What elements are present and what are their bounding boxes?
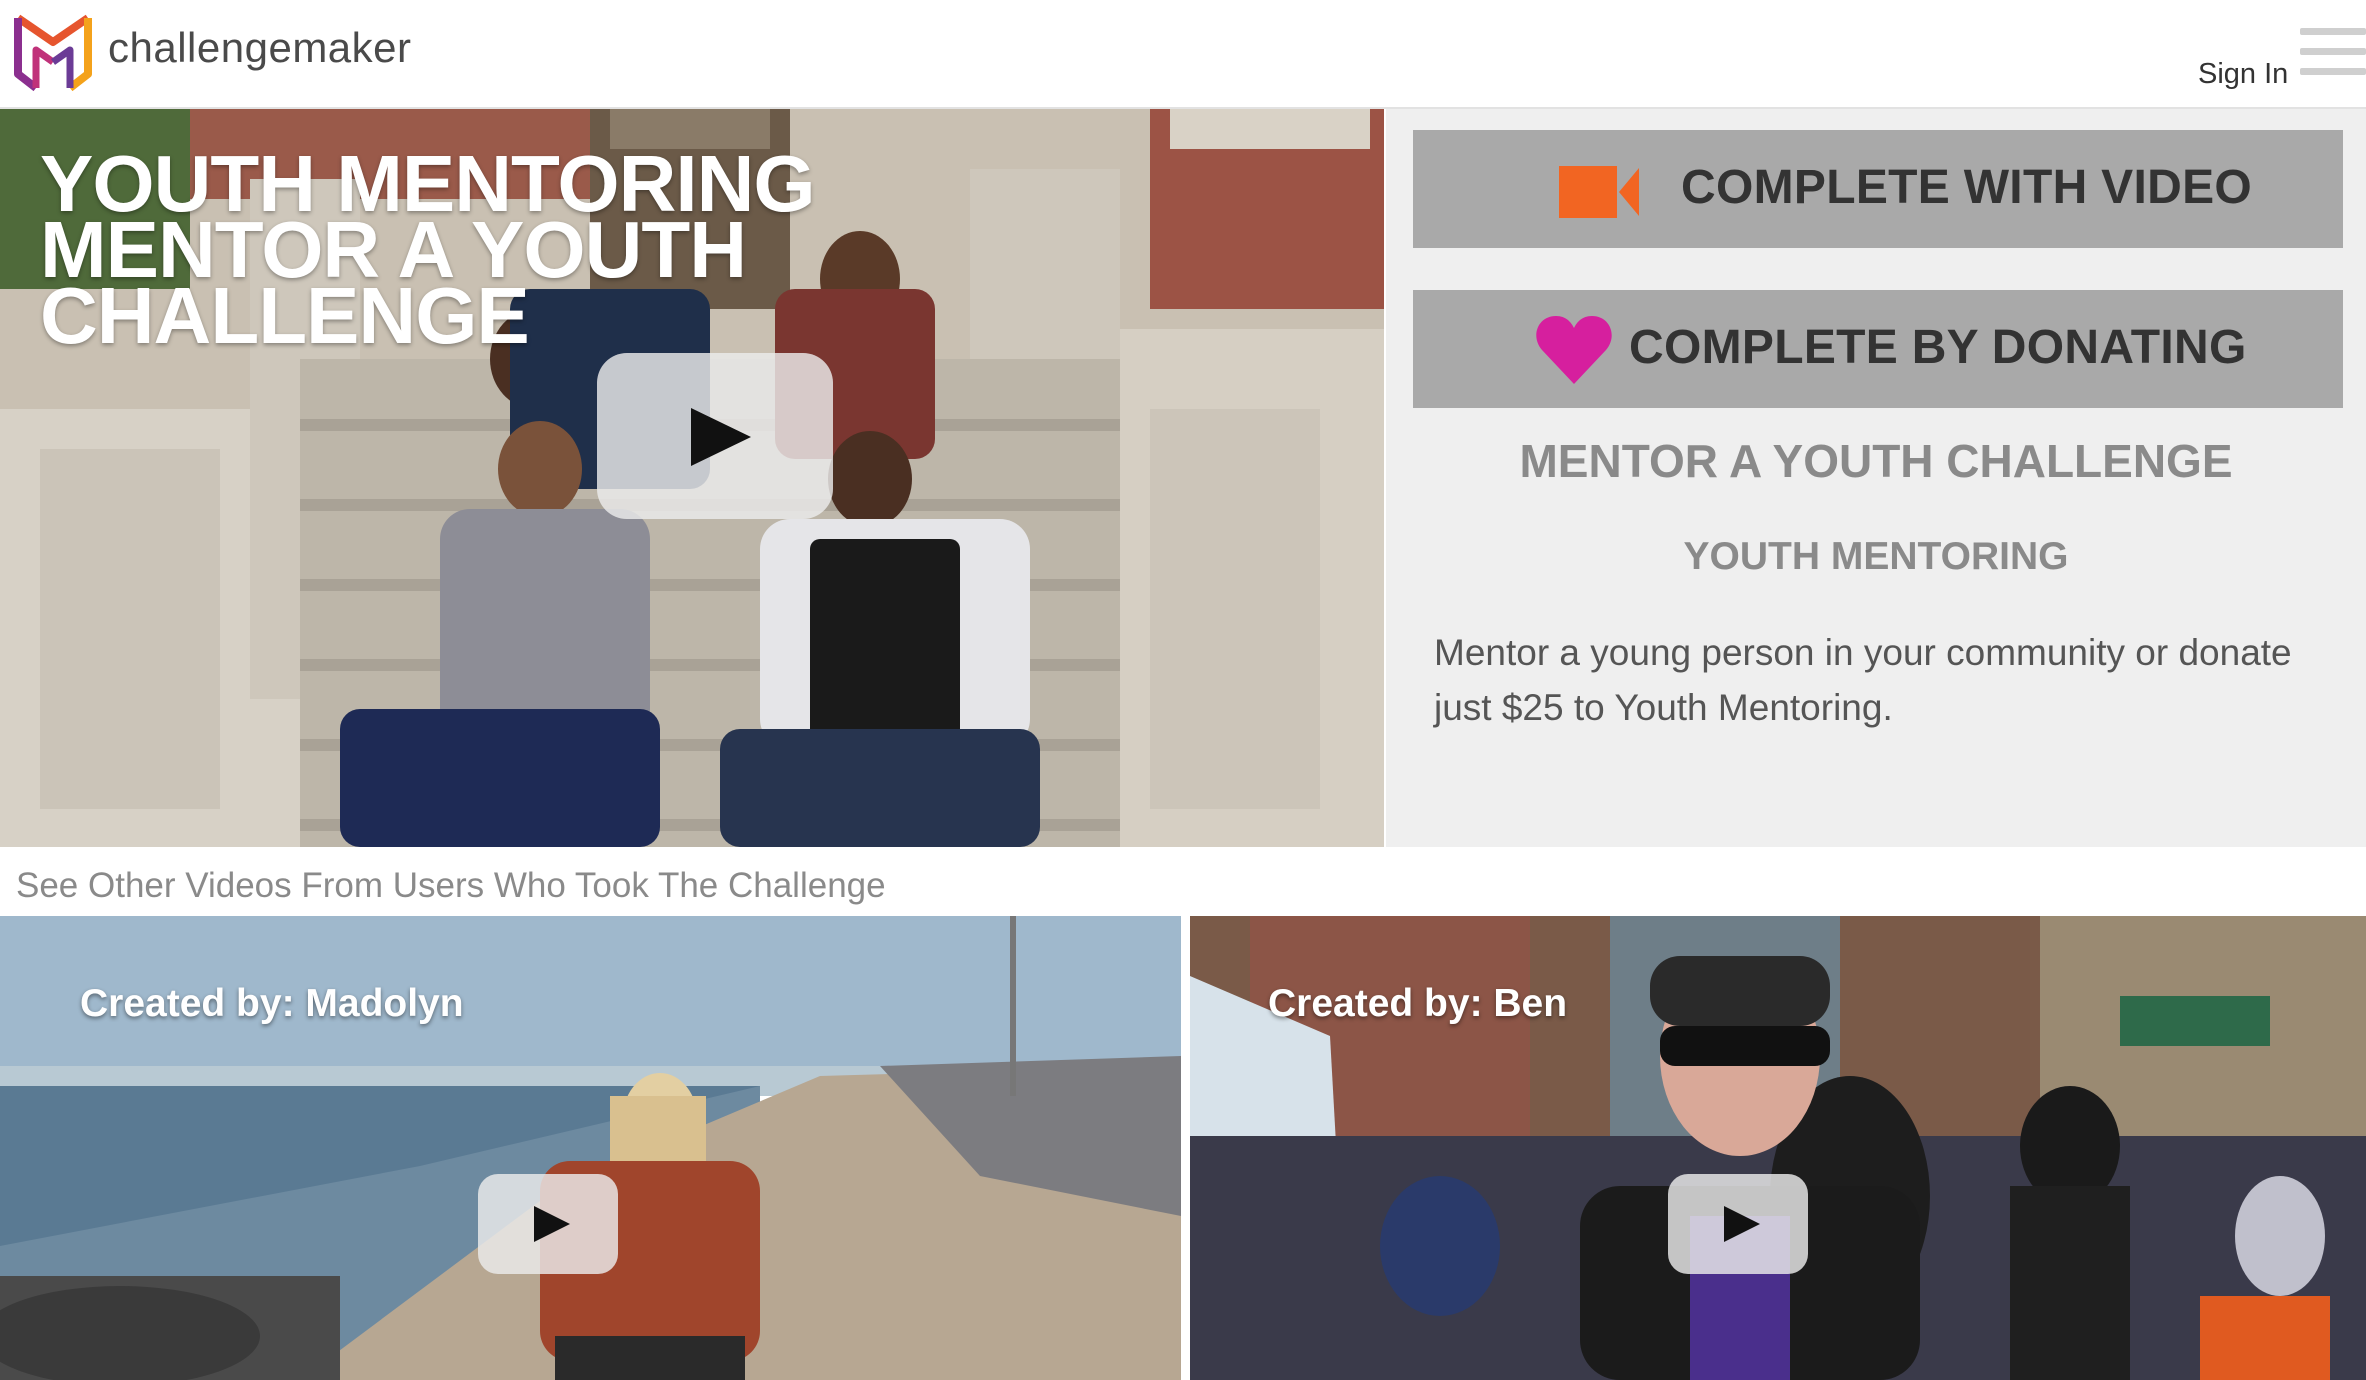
sign-in-link[interactable]: Sign In <box>2198 58 2288 91</box>
complete-by-donating-label: COMPLETE BY DONATING <box>1629 321 2247 374</box>
heart-icon <box>1536 316 1612 384</box>
other-videos-heading: See Other Videos From Users Who Took The… <box>16 866 886 905</box>
play-icon <box>691 408 751 466</box>
hero-play-button[interactable] <box>597 353 833 519</box>
video-creator-caption: Created by: Ben <box>1268 982 1568 1025</box>
video-creator-caption: Created by: Madolyn <box>80 982 464 1025</box>
challenge-panel: COMPLETE WITH VIDEO COMPLETE BY DONATING… <box>1386 109 2366 847</box>
challenge-title: MENTOR A YOUTH CHALLENGE <box>1519 435 2233 487</box>
user-video-ben[interactable]: Created by: Ben <box>1190 916 2366 1380</box>
challenge-description: Mentor a young person in your community … <box>1434 632 2292 728</box>
play-icon <box>534 1206 570 1242</box>
hero-video[interactable]: YOUTH MENTORING MENTOR A YOUTH CHALLENGE <box>0 109 1384 847</box>
challengemaker-logo-icon[interactable] <box>14 14 92 96</box>
top-header: challengemaker Sign In <box>0 0 2366 109</box>
user-video-madolyn[interactable]: Created by: Madolyn <box>0 916 1181 1380</box>
complete-with-video-button[interactable]: COMPLETE WITH VIDEO <box>1413 130 2343 248</box>
brand-name[interactable]: challengemaker <box>108 24 412 72</box>
play-button[interactable] <box>478 1174 618 1274</box>
play-icon <box>1724 1206 1760 1242</box>
video-camera-icon <box>1559 166 1639 218</box>
organization-title: YOUTH MENTORING <box>1683 535 2069 578</box>
hamburger-menu-icon[interactable] <box>2300 28 2366 82</box>
complete-by-donating-button[interactable]: COMPLETE BY DONATING <box>1413 290 2343 408</box>
play-button[interactable] <box>1668 1174 1808 1274</box>
complete-with-video-label: COMPLETE WITH VIDEO <box>1681 161 2253 214</box>
hero-title: YOUTH MENTORING MENTOR A YOUTH CHALLENGE <box>40 144 816 356</box>
